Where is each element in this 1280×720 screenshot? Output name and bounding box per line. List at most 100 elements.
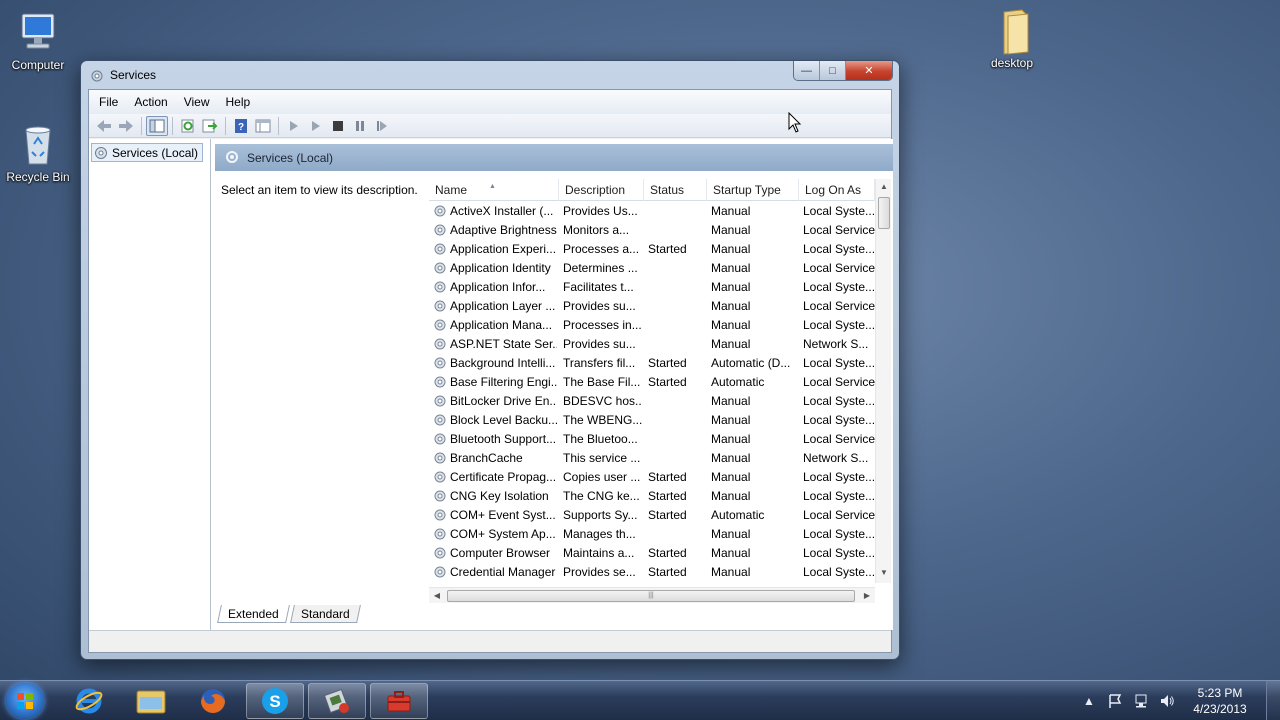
- table-row[interactable]: Application Mana... Processes in... Manual…: [429, 315, 875, 334]
- table-row[interactable]: Application Infor... Facilitates t... Manu…: [429, 277, 875, 296]
- table-row[interactable]: COM+ System Ap... Manages th... Manual Loca…: [429, 524, 875, 543]
- scroll-down-icon[interactable]: ▼: [876, 565, 891, 581]
- table-row[interactable]: Credential Manager Provides se... Started M…: [429, 562, 875, 581]
- cell-description-text: Determines ...: [563, 260, 638, 275]
- help-icon[interactable]: ?: [230, 116, 252, 136]
- table-row[interactable]: CNG Key Isolation The CNG ke... Started Man…: [429, 486, 875, 505]
- cell-name: ASP.NET State Ser...: [429, 337, 557, 351]
- cell-log-on-as: Local Service: [797, 432, 875, 446]
- table-row[interactable]: Base Filtering Engi... The Base Fil... Sta…: [429, 372, 875, 391]
- properties-icon[interactable]: [252, 116, 274, 136]
- cell-log-on-as: Local Syste...: [797, 318, 875, 332]
- taskbar-internet-explorer[interactable]: [60, 683, 118, 719]
- menu-file[interactable]: File: [91, 93, 126, 111]
- menu-action[interactable]: Action: [126, 93, 175, 111]
- table-row[interactable]: Application Layer ... Provides su... Manua…: [429, 296, 875, 315]
- action-center-flag-icon[interactable]: [1106, 692, 1124, 710]
- column-header-startup-type[interactable]: Startup Type: [707, 179, 799, 201]
- maximize-button[interactable]: □: [820, 61, 846, 80]
- cell-name: COM+ Event Syst...: [429, 508, 557, 522]
- vertical-scrollbar[interactable]: ▲ ▼: [875, 179, 891, 583]
- cell-startup-type: Manual: [705, 318, 797, 332]
- stop-service-icon[interactable]: [327, 116, 349, 136]
- show-desktop-button[interactable]: [1266, 681, 1280, 720]
- table-row[interactable]: Application Identity Determines ... Manual…: [429, 258, 875, 277]
- start-service-icon[interactable]: [283, 116, 305, 136]
- horizontal-scroll-thumb[interactable]: |||: [447, 590, 855, 602]
- start-service-alt-icon[interactable]: [305, 116, 327, 136]
- table-row[interactable]: ActiveX Installer (... Provides Us... Manu…: [429, 201, 875, 220]
- table-row[interactable]: COM+ Event Syst... Supports Sy... Started A…: [429, 505, 875, 524]
- cell-log-on-as-text: Local Syste...: [803, 355, 875, 370]
- scroll-up-icon[interactable]: ▲: [876, 179, 891, 195]
- table-row[interactable]: BitLocker Drive En... BDESVC hos... Manual…: [429, 391, 875, 410]
- cell-description: The Base Fil...: [557, 375, 642, 389]
- vertical-scroll-thumb[interactable]: [878, 197, 890, 229]
- desktop-icon-desktop-folder[interactable]: desktop: [974, 8, 1050, 70]
- cell-log-on-as: Local Syste...: [797, 413, 875, 427]
- tree-item-services-local[interactable]: Services (Local): [91, 143, 204, 162]
- service-gear-icon: [434, 376, 446, 387]
- taskbar-skype[interactable]: S: [246, 683, 304, 719]
- console-tree-toggle-icon[interactable]: [146, 115, 168, 136]
- network-icon[interactable]: [1132, 692, 1150, 710]
- cell-status: Started: [642, 546, 705, 560]
- table-row[interactable]: Certificate Propag... Copies user ... Star…: [429, 467, 875, 486]
- cell-status: Started: [642, 242, 705, 256]
- tab-extended[interactable]: Extended: [217, 605, 290, 623]
- service-gear-icon: [434, 262, 446, 273]
- desktop-icon-computer[interactable]: Computer: [0, 10, 76, 72]
- tab-standard[interactable]: Standard: [289, 605, 361, 623]
- export-list-icon[interactable]: [199, 116, 221, 136]
- table-row[interactable]: Background Intelli... Transfers fil... Sta…: [429, 353, 875, 372]
- cell-startup-type: Manual: [705, 527, 797, 541]
- column-header-description[interactable]: Description: [559, 179, 644, 201]
- cell-name-text: Application Layer ...: [450, 298, 556, 313]
- taskbar-services-toolbox[interactable]: [370, 683, 428, 719]
- mouse-cursor-icon: [788, 112, 802, 133]
- back-icon[interactable]: [93, 116, 115, 136]
- cell-log-on-as: Local Service: [797, 299, 875, 313]
- table-row[interactable]: BranchCache This service ... Manual Network…: [429, 448, 875, 467]
- menu-help[interactable]: Help: [218, 93, 259, 111]
- menu-view[interactable]: View: [176, 93, 218, 111]
- minimize-button[interactable]: —: [794, 61, 820, 80]
- list-rows: ActiveX Installer (... Provides Us... Manu…: [429, 201, 875, 581]
- table-row[interactable]: Computer Browser Maintains a... Started Man…: [429, 543, 875, 562]
- table-row[interactable]: Application Experi... Processes a... Start…: [429, 239, 875, 258]
- table-row[interactable]: Block Level Backu... The WBENG... Manual Lo…: [429, 410, 875, 429]
- cell-description-text: Provides Us...: [563, 203, 638, 218]
- volume-icon[interactable]: [1158, 692, 1176, 710]
- column-header-status[interactable]: Status: [644, 179, 707, 201]
- close-button[interactable]: ✕: [846, 61, 892, 80]
- taskbar-firefox[interactable]: [184, 683, 242, 719]
- taskbar-admin-tools[interactable]: [308, 683, 366, 719]
- cell-name-text: Application Mana...: [450, 317, 553, 332]
- table-row[interactable]: ASP.NET State Ser... Provides su... Manual…: [429, 334, 875, 353]
- services-gear-icon: [91, 70, 103, 82]
- desktop-icon-recycle-bin[interactable]: Recycle Bin: [0, 122, 76, 184]
- forward-icon[interactable]: [115, 116, 137, 136]
- title-bar[interactable]: Services — □ ✕: [81, 61, 899, 89]
- cell-description: Supports Sy...: [557, 508, 642, 522]
- cell-name: COM+ System Ap...: [429, 527, 557, 541]
- start-orb-icon[interactable]: [6, 683, 44, 719]
- scroll-left-icon[interactable]: ◀: [429, 588, 445, 604]
- services-panel: Services (Local) Select an item to view …: [215, 139, 893, 630]
- cell-name-text: Application Infor...: [450, 279, 546, 294]
- restart-service-icon[interactable]: [371, 116, 393, 136]
- show-hidden-icons-icon[interactable]: ▲: [1080, 692, 1098, 710]
- service-gear-icon: [434, 566, 446, 577]
- table-row[interactable]: Bluetooth Support... The Bluetoo... Manual…: [429, 429, 875, 448]
- refresh-icon[interactable]: [177, 116, 199, 136]
- taskbar-windows-explorer[interactable]: [122, 683, 180, 719]
- cell-startup-type: Manual: [705, 261, 797, 275]
- column-header-log-on-as[interactable]: Log On As: [799, 179, 875, 201]
- pause-service-icon[interactable]: [349, 116, 371, 136]
- horizontal-scrollbar[interactable]: ◀ ||| ▶: [429, 587, 875, 603]
- column-header-name[interactable]: ▲ Name: [429, 179, 559, 201]
- cell-status: Started: [642, 508, 705, 522]
- clock[interactable]: 5:23 PM 4/23/2013: [1180, 685, 1260, 717]
- scroll-right-icon[interactable]: ▶: [859, 588, 875, 604]
- table-row[interactable]: Adaptive Brightness Monitors a... Manual Lo…: [429, 220, 875, 239]
